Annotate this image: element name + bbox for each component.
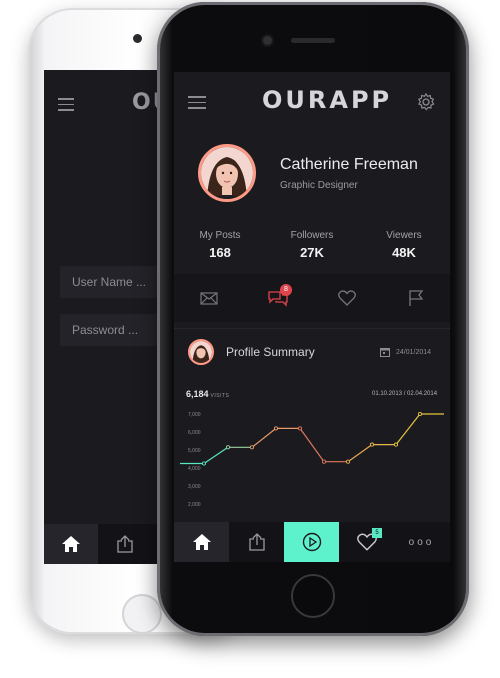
series-line-segment bbox=[299, 428, 325, 463]
series-line-segment bbox=[347, 444, 373, 463]
profile-stats: My Posts 168 Followers 27K Viewers 48K bbox=[174, 230, 450, 268]
data-point[interactable] bbox=[249, 445, 255, 450]
visits-label: VISITS bbox=[210, 393, 230, 399]
home-icon bbox=[62, 536, 80, 552]
stat-value: 48K bbox=[392, 245, 416, 260]
stat-value: 168 bbox=[209, 245, 231, 260]
data-point[interactable] bbox=[345, 459, 351, 464]
y-tick-label: 6,000 bbox=[188, 430, 201, 436]
foreground-phone: OURAPP Catherine Freeman Graphic Designe… bbox=[157, 2, 469, 636]
data-point[interactable] bbox=[417, 411, 423, 417]
y-tick-label: 7,000 bbox=[188, 412, 201, 418]
likes-button[interactable] bbox=[312, 274, 381, 322]
report-button[interactable] bbox=[381, 274, 450, 322]
tab-home[interactable] bbox=[44, 524, 98, 564]
stat-posts[interactable]: My Posts 168 bbox=[174, 230, 266, 268]
data-point[interactable] bbox=[321, 459, 327, 464]
share-icon bbox=[248, 533, 265, 551]
y-tick-label: 5,000 bbox=[188, 448, 201, 454]
heart-icon bbox=[337, 290, 356, 306]
summary-title: Profile Summary bbox=[226, 345, 315, 359]
share-icon bbox=[117, 535, 133, 553]
visits-line-chart: 7,000 6,000 5,000 4,000 3,000 2,000 bbox=[180, 411, 444, 508]
tab-share[interactable] bbox=[229, 522, 284, 562]
profile-summary-card: Profile Summary 24/01/2014 6,184 VISITS 0… bbox=[174, 328, 450, 521]
data-point[interactable] bbox=[225, 445, 231, 450]
calendar-icon[interactable] bbox=[380, 347, 390, 357]
tab-share[interactable] bbox=[98, 524, 152, 564]
series-line-segment bbox=[203, 446, 229, 464]
menu-icon[interactable] bbox=[58, 98, 74, 115]
action-bar: 8 bbox=[174, 274, 450, 322]
gear-icon[interactable] bbox=[416, 92, 436, 112]
home-icon bbox=[192, 534, 211, 550]
messages-button[interactable] bbox=[174, 274, 243, 322]
data-point[interactable] bbox=[393, 442, 399, 447]
stat-label: Followers bbox=[290, 230, 334, 241]
summary-avatar bbox=[188, 339, 214, 365]
avatar-portrait bbox=[190, 341, 212, 363]
comments-button[interactable]: 8 bbox=[243, 274, 312, 322]
hardware-home-button bbox=[122, 594, 162, 634]
tab-play[interactable] bbox=[284, 522, 339, 562]
hardware-home-button bbox=[291, 574, 335, 618]
app-logo: OURAPP bbox=[262, 86, 393, 114]
mail-icon bbox=[199, 291, 218, 305]
tab-home[interactable] bbox=[174, 522, 229, 562]
front-camera bbox=[133, 34, 142, 43]
stat-label: Viewers bbox=[386, 230, 422, 241]
visits-count: 6,184 VISITS bbox=[186, 389, 229, 399]
comments-badge: 8 bbox=[280, 284, 292, 296]
bottom-tabbar: 5 ooo bbox=[174, 522, 450, 562]
summary-date: 24/01/2014 bbox=[396, 349, 432, 356]
y-tick-label: 4,000 bbox=[188, 466, 201, 472]
tab-likes[interactable]: 5 bbox=[339, 522, 394, 562]
app-header: OURAPP bbox=[174, 72, 450, 132]
stat-followers[interactable]: Followers 27K bbox=[266, 230, 358, 268]
visits-value: 6,184 bbox=[186, 389, 209, 399]
profile-name: Catherine Freeman bbox=[280, 156, 418, 173]
stat-value: 27K bbox=[300, 245, 324, 260]
data-point[interactable] bbox=[297, 426, 303, 431]
data-point[interactable] bbox=[369, 442, 375, 447]
y-tick-label: 2,000 bbox=[188, 502, 201, 508]
y-tick-label: 3,000 bbox=[188, 484, 201, 490]
series-line-segment bbox=[251, 427, 277, 448]
avatar-portrait bbox=[201, 147, 253, 199]
date-range: 01.10.2013 / 02.04.2014 bbox=[372, 391, 438, 397]
menu-icon[interactable] bbox=[188, 96, 206, 113]
data-point[interactable] bbox=[201, 461, 207, 466]
profile-role: Graphic Designer bbox=[280, 180, 358, 191]
profile-avatar[interactable] bbox=[198, 144, 256, 202]
likes-badge: 5 bbox=[372, 528, 382, 538]
profile-screen: OURAPP Catherine Freeman Graphic Designe… bbox=[174, 72, 450, 562]
stat-viewers[interactable]: Viewers 48K bbox=[358, 230, 450, 268]
play-icon bbox=[302, 532, 321, 552]
more-icon: ooo bbox=[408, 536, 435, 548]
stat-label: My Posts bbox=[199, 230, 241, 241]
tab-more[interactable]: ooo bbox=[394, 522, 449, 562]
data-point[interactable] bbox=[273, 426, 279, 431]
series-line-segment bbox=[395, 413, 421, 445]
flag-icon bbox=[408, 290, 423, 306]
earpiece-speaker bbox=[291, 38, 335, 43]
front-camera bbox=[263, 36, 272, 45]
